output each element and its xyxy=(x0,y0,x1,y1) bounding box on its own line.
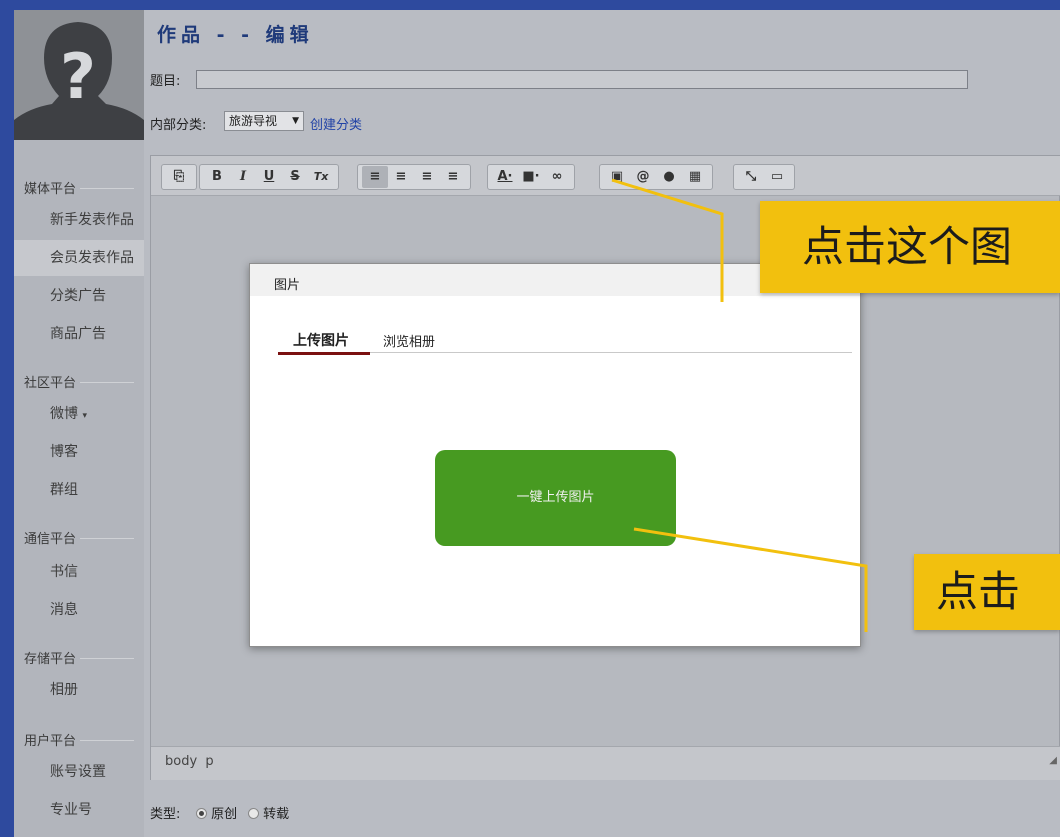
category-label: 内部分类: xyxy=(150,118,207,133)
sidebar-item-new-post[interactable]: 新手发表作品 xyxy=(14,202,144,238)
avatar[interactable]: ? xyxy=(14,10,144,140)
sidebar-category-storage: 存储平台 xyxy=(24,648,134,667)
tab-browse-album[interactable]: 浏览相册 xyxy=(383,331,435,350)
resize-handle-icon[interactable]: ◢ xyxy=(1049,746,1057,776)
active-tab-indicator xyxy=(278,352,370,355)
sidebar-item-account-settings[interactable]: 账号设置 xyxy=(14,754,144,790)
strike-icon[interactable]: S xyxy=(282,166,308,188)
sidebar-item-member-post[interactable]: 会员发表作品 xyxy=(14,240,144,276)
align-right-icon[interactable]: ≡ xyxy=(414,166,440,188)
sidebar-item-product-ads[interactable]: 商品广告 xyxy=(14,316,144,352)
sidebar-item-letters[interactable]: 书信 xyxy=(14,554,144,590)
align-center-icon[interactable]: ≡ xyxy=(388,166,414,188)
dialog-title: 图片 xyxy=(274,278,301,293)
element-path: body p xyxy=(165,754,214,769)
type-option-original[interactable]: 原创 xyxy=(196,803,237,822)
caret-down-icon: ▾ xyxy=(82,411,87,421)
category-select[interactable]: 旅游导视 ▼ xyxy=(224,111,304,131)
radio-checked-icon[interactable] xyxy=(196,808,207,819)
toolbar-group-view: ⤡ ▭ xyxy=(733,164,795,190)
bg-color-icon[interactable]: ■· xyxy=(518,166,544,188)
type-label: 类型: xyxy=(150,807,181,822)
sidebar-item-albums[interactable]: 相册 xyxy=(14,672,144,708)
app-window: ? 媒体平台 新手发表作品 会员发表作品 分类广告 商品广告 社区平台 微博 ▾… xyxy=(14,10,1060,837)
underline-icon[interactable]: U xyxy=(256,166,282,188)
text-color-icon[interactable]: A· xyxy=(492,166,518,188)
justify-icon[interactable]: ≡ xyxy=(440,166,466,188)
type-option-label: 原创 xyxy=(211,807,238,822)
toolbar-group-align: ≡ ≡ ≡ ≡ xyxy=(357,164,471,190)
italic-icon[interactable]: I xyxy=(230,166,256,188)
image-dialog: 图片 上传图片 浏览相册 一键上传图片 xyxy=(249,263,861,647)
editor-statusbar: body p ◢ xyxy=(151,746,1060,780)
callout-click-upload: 点击 xyxy=(914,554,1060,630)
maximize-icon[interactable]: ⤡ xyxy=(738,166,764,188)
sidebar-category-messaging: 通信平台 xyxy=(24,528,134,547)
source-icon[interactable]: ⎘ xyxy=(166,166,192,188)
sidebar: ? 媒体平台 新手发表作品 会员发表作品 分类广告 商品广告 社区平台 微博 ▾… xyxy=(14,10,144,837)
sidebar-category-community: 社区平台 xyxy=(24,372,134,391)
toolbar-group-insert: ▣ @ ● ▦ xyxy=(599,164,713,190)
one-click-upload-button[interactable]: 一键上传图片 xyxy=(435,450,676,546)
sidebar-item-label: 微博 xyxy=(50,406,78,422)
sidebar-category-user: 用户平台 xyxy=(24,730,134,749)
link-icon[interactable]: ∞ xyxy=(544,166,570,188)
sidebar-item-groups[interactable]: 群组 xyxy=(14,472,144,508)
title-label: 题目: xyxy=(150,74,181,89)
toolbar-group-format: B I U S Tx xyxy=(199,164,339,190)
callout-click-image-icon: 点击这个图 xyxy=(760,201,1060,293)
page-title: 作品 - - 编辑 xyxy=(157,24,314,46)
sidebar-item-weibo[interactable]: 微博 ▾ xyxy=(14,396,144,432)
caret-down-icon: ▼ xyxy=(292,116,299,126)
sidebar-item-blog[interactable]: 博客 xyxy=(14,434,144,470)
avatar-placeholder-icon: ? xyxy=(14,10,144,140)
create-category-link[interactable]: 创建分类 xyxy=(310,114,362,133)
bold-icon[interactable]: B xyxy=(204,166,230,188)
emoji-icon[interactable]: ● xyxy=(656,166,682,188)
attachment-icon[interactable]: @ xyxy=(630,166,656,188)
toolbar-group-source: ⎘ xyxy=(161,164,197,190)
editor-toolbar: ⎘ B I U S Tx ≡ ≡ ≡ ≡ A· ■· ∞ ▣ @ ● ▦ ⤡ ▭ xyxy=(151,156,1060,196)
category-select-value: 旅游导视 xyxy=(229,114,278,128)
remove-format-icon[interactable]: Tx xyxy=(308,166,334,188)
toolbar-group-color: A· ■· ∞ xyxy=(487,164,575,190)
image-icon[interactable]: ▣ xyxy=(604,166,630,188)
title-input[interactable] xyxy=(196,70,968,89)
sidebar-category-media: 媒体平台 xyxy=(24,178,134,197)
table-icon[interactable]: ▦ xyxy=(682,166,708,188)
type-option-repost[interactable]: 转载 xyxy=(248,803,289,822)
svg-text:?: ? xyxy=(60,40,96,113)
sidebar-item-messages[interactable]: 消息 xyxy=(14,592,144,628)
radio-unchecked-icon[interactable] xyxy=(248,808,259,819)
preview-icon[interactable]: ▭ xyxy=(764,166,790,188)
tab-upload-image[interactable]: 上传图片 xyxy=(293,330,349,350)
sidebar-item-pro-account[interactable]: 专业号 xyxy=(14,792,144,828)
align-left-icon[interactable]: ≡ xyxy=(362,166,388,188)
type-option-label: 转载 xyxy=(263,807,290,822)
sidebar-item-classified-ads[interactable]: 分类广告 xyxy=(14,278,144,314)
